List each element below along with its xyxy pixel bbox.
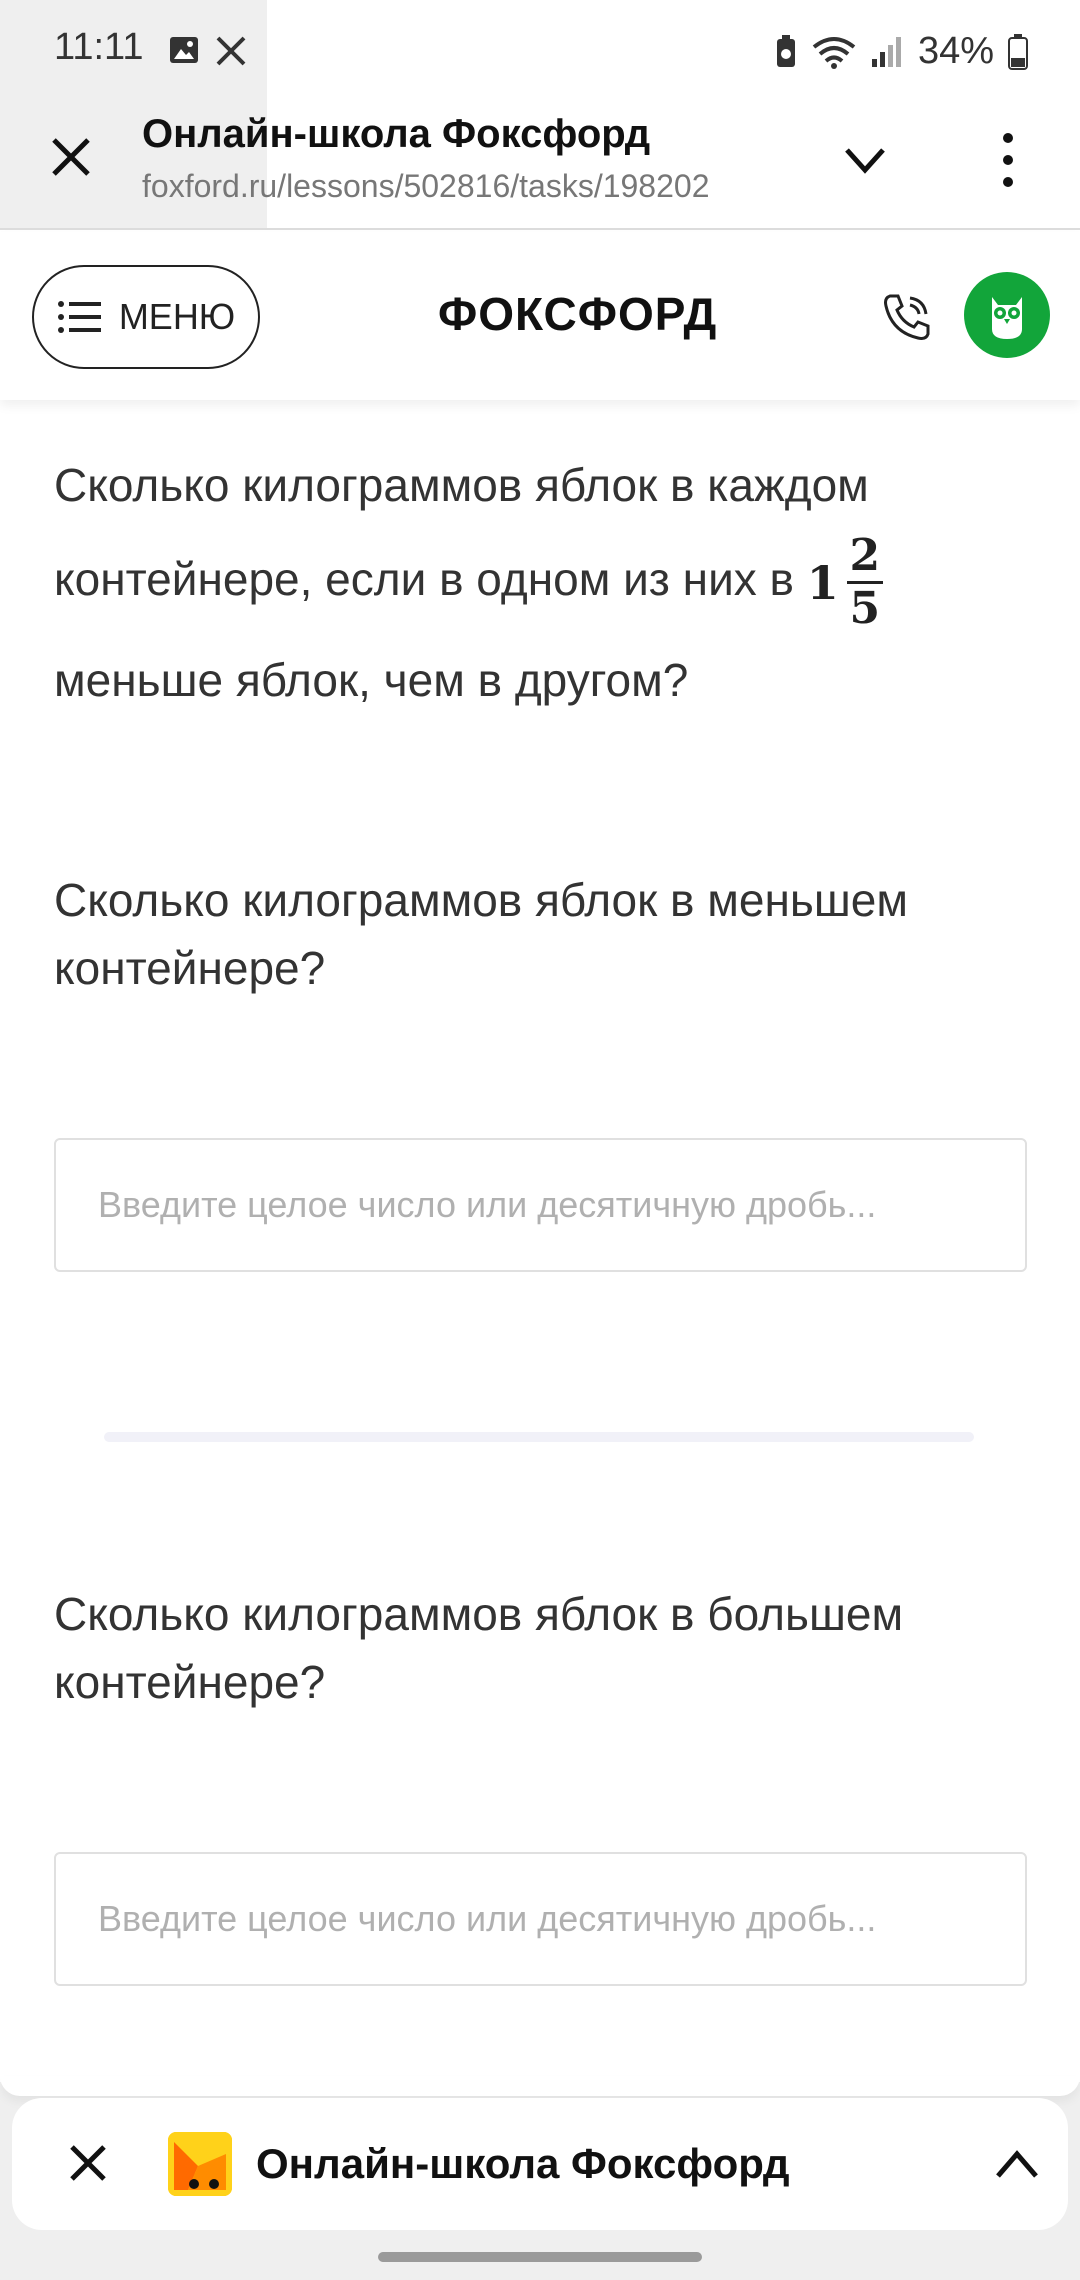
bottom-tab-title: Онлайн-школа Фоксфорд [256, 2140, 790, 2187]
close-icon[interactable] [48, 134, 94, 180]
subquestion-larger: Сколько килограммов яблок в большем конт… [54, 1588, 904, 1708]
foxford-app-icon [168, 2132, 232, 2196]
fraction-denominator: 5 [849, 583, 881, 635]
close-icon[interactable] [68, 2143, 108, 2183]
battery-percent: 34% [917, 30, 994, 72]
owl-icon [992, 297, 1022, 339]
browser-header: Онлайн-школа Фоксфорд foxford.ru/lessons… [0, 100, 1080, 230]
fraction-numerator: 2 [849, 530, 881, 582]
question-text: Сколько килограммов яблок в каждом конте… [54, 438, 1004, 727]
more-vert-icon[interactable] [998, 130, 1018, 190]
phone-icon[interactable] [880, 290, 934, 344]
status-time: 11:11 [54, 26, 144, 68]
content-edge [0, 2076, 1080, 2096]
battery-icon [1008, 33, 1028, 70]
status-icons-right: 34% [774, 30, 1028, 73]
battery-saver-icon [776, 34, 795, 67]
fraction-whole: 1 [806, 555, 839, 610]
list-icon [57, 301, 101, 333]
status-icons-left [168, 34, 248, 68]
answer-input-smaller[interactable] [54, 1138, 1027, 1272]
gesture-nav-handle[interactable] [378, 2252, 702, 2262]
logo[interactable]: ФОКСФОРД [438, 287, 717, 341]
chevron-down-icon[interactable] [842, 140, 888, 180]
signal-icon [871, 36, 901, 67]
menu-button[interactable]: МЕНЮ [32, 265, 260, 369]
question-part1: Сколько килограммов яблок в каждом конте… [54, 459, 869, 605]
site-header: МЕНЮ ФОКСФОРД [0, 232, 1080, 400]
wifi-icon [812, 36, 856, 69]
subquestion-smaller: Сколько килограммов яблок в меньшем конт… [54, 874, 908, 994]
browser-url[interactable]: foxford.ru/lessons/502816/tasks/198202 [142, 168, 709, 205]
chevron-up-icon[interactable] [994, 2146, 1040, 2182]
answer-input-larger[interactable] [54, 1852, 1027, 1986]
browser-title: Онлайн-школа Фоксфорд [142, 112, 651, 156]
question-part2: меньше яблок, чем в другом? [54, 653, 689, 706]
avatar[interactable] [964, 272, 1050, 358]
divider [104, 1432, 974, 1442]
bottom-tab-card[interactable]: Онлайн-школа Фоксфорд [12, 2098, 1068, 2230]
tools-icon [216, 36, 246, 66]
menu-label: МЕНЮ [118, 296, 236, 337]
mixed-fraction: 125 [806, 530, 883, 635]
image-icon [170, 37, 198, 63]
